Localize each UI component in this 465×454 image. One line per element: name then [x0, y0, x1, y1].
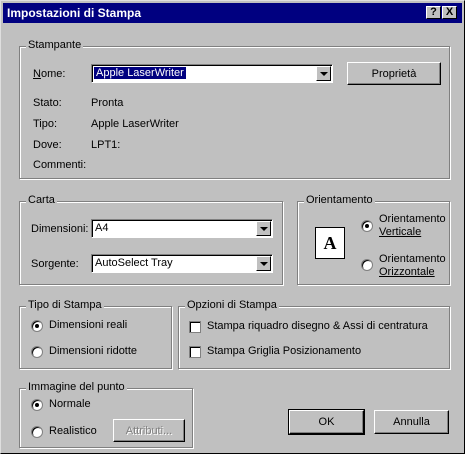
landscape-label[interactable]: Orientamento Orizzontale — [379, 253, 446, 279]
paper-size-value: A4 — [95, 222, 109, 234]
normal-radio[interactable] — [31, 399, 43, 411]
type-label: Tipo: — [33, 118, 58, 130]
ok-button[interactable]: OK — [288, 409, 365, 435]
close-button[interactable]: X — [442, 6, 457, 19]
printer-name-label: Nome: — [33, 68, 66, 80]
portrait-page-icon: A — [315, 227, 345, 259]
ok-button-label: OK — [318, 416, 335, 428]
print-type-group: Tipo di Stampa — [19, 299, 172, 369]
print-settings-dialog: Impostazioni di Stampa ? X Stampante Nom… — [0, 0, 465, 454]
border-axes-label[interactable]: Stampa riquadro disegno & Assi di centra… — [207, 320, 428, 332]
normal-label[interactable]: Normale — [49, 398, 91, 410]
portrait-radio[interactable] — [361, 220, 373, 232]
paper-group-label: Carta — [26, 194, 57, 206]
reduced-size-label[interactable]: Dimensioni ridotte — [49, 345, 137, 357]
print-options-group-label: Opzioni di Stampa — [185, 299, 279, 311]
paper-size-select[interactable]: A4 — [91, 219, 273, 238]
printer-group-label: Stampante — [26, 39, 84, 51]
paper-source-label: Sorgente: — [31, 258, 79, 270]
chevron-down-icon[interactable] — [256, 221, 271, 236]
actual-size-radio[interactable] — [31, 320, 43, 332]
cancel-button[interactable]: Annulla — [374, 410, 449, 434]
where-label: Dove: — [33, 139, 62, 151]
comments-label: Commenti: — [33, 159, 87, 171]
cancel-button-label: Annulla — [393, 416, 430, 428]
help-button[interactable]: ? — [426, 6, 441, 19]
realistic-radio[interactable] — [31, 426, 43, 438]
close-icon: X — [445, 6, 454, 18]
type-value: Apple LaserWriter — [91, 118, 179, 130]
paper-source-select[interactable]: AutoSelect Tray — [91, 254, 273, 273]
print-options-group: Opzioni di Stampa — [178, 299, 450, 369]
grid-label[interactable]: Stampa Griglia Posizionamento — [207, 345, 361, 357]
paper-source-value: AutoSelect Tray — [95, 257, 173, 269]
paper-size-label: Dimensioni: — [31, 223, 89, 235]
reduced-size-radio[interactable] — [31, 346, 43, 358]
properties-button[interactable]: Proprietà — [347, 62, 441, 85]
print-type-group-label: Tipo di Stampa — [26, 299, 104, 311]
actual-size-label[interactable]: Dimensioni reali — [49, 319, 127, 331]
orientation-group-label: Orientamento — [304, 194, 375, 206]
window-title: Impostazioni di Stampa — [7, 6, 142, 20]
where-value: LPT1: — [91, 139, 121, 151]
help-icon: ? — [430, 6, 437, 18]
attributes-button[interactable]: Attributi... — [113, 419, 185, 442]
status-label: Stato: — [33, 97, 62, 109]
grid-checkbox[interactable] — [189, 346, 201, 358]
realistic-label[interactable]: Realistico — [49, 425, 97, 437]
properties-button-label: Proprietà — [371, 67, 417, 80]
printer-name-value: Apple LaserWriter — [94, 67, 186, 79]
chevron-down-icon[interactable] — [256, 256, 271, 271]
title-bar[interactable]: Impostazioni di Stampa ? X — [3, 3, 462, 23]
landscape-radio[interactable] — [361, 259, 373, 271]
chevron-down-icon[interactable] — [316, 66, 331, 81]
status-value: Pronta — [91, 97, 124, 109]
attributes-button-label: Attributi... — [125, 424, 173, 437]
dot-image-group-label: Immagine del punto — [26, 381, 127, 393]
printer-name-select[interactable]: Apple LaserWriter — [91, 64, 333, 83]
portrait-label[interactable]: Orientamento Verticale — [379, 213, 446, 239]
border-axes-checkbox[interactable] — [189, 321, 201, 333]
